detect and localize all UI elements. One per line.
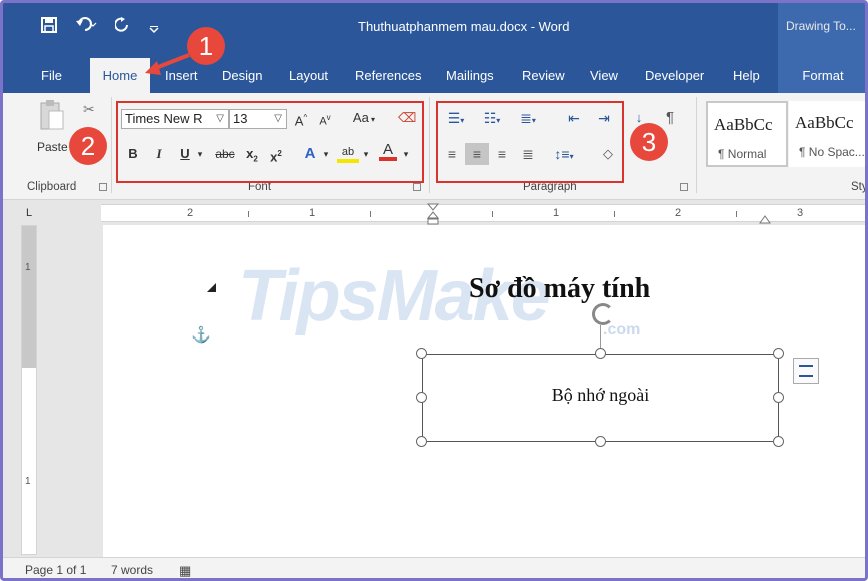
tab-mailings[interactable]: Mailings xyxy=(440,58,500,93)
resize-handle[interactable] xyxy=(773,392,784,403)
tab-review[interactable]: Review xyxy=(516,58,571,93)
tab-help[interactable]: Help xyxy=(727,58,766,93)
tab-layout[interactable]: Layout xyxy=(283,58,334,93)
font-highlight-box xyxy=(116,101,424,183)
word-window: Thuthuatphanmem mau.docx - Word Drawing … xyxy=(0,0,868,581)
style-sample: AaBbCc xyxy=(714,115,773,134)
style-no-spacing[interactable]: AaBbCc ¶ No Spac... xyxy=(789,101,865,167)
resize-handle[interactable] xyxy=(773,348,784,359)
callout-1-arrow xyxy=(143,53,193,77)
style-normal[interactable]: AaBbCc ¶ Normal xyxy=(706,101,788,167)
tab-home[interactable]: Home xyxy=(90,58,150,93)
document-heading[interactable]: Sơ đồ máy tính xyxy=(469,273,650,305)
text-box-content[interactable]: Bộ nhớ ngoài xyxy=(423,385,778,406)
collapse-heading-icon[interactable] xyxy=(207,283,216,292)
text-box[interactable]: Bộ nhớ ngoài xyxy=(422,354,779,442)
ruler-number: 1 xyxy=(553,207,560,219)
ribbon: Paste ✂ Clipboard Times New R ▽ 13 ▽ A^ … xyxy=(3,93,865,200)
clipboard-launcher-icon[interactable] xyxy=(99,183,107,191)
divider xyxy=(696,97,697,193)
tab-references[interactable]: References xyxy=(349,58,427,93)
paste-button[interactable]: Paste xyxy=(37,140,68,154)
vertical-ruler[interactable]: 1 1 xyxy=(21,225,37,555)
cut-icon[interactable]: ✂ xyxy=(83,101,95,118)
watermark-suffix: .com xyxy=(603,321,641,338)
ruler-number: 3 xyxy=(797,207,804,219)
ruler-tick xyxy=(492,211,493,217)
resize-handle[interactable] xyxy=(773,436,784,447)
page-count[interactable]: Page 1 of 1 xyxy=(25,563,86,577)
drawing-tools-label: Drawing To... xyxy=(786,19,856,33)
status-bar: Page 1 of 1 7 words ▦ xyxy=(3,557,865,578)
horizontal-ruler[interactable]: 2 1 1 2 3 xyxy=(101,203,865,225)
show-formatting-button[interactable]: ¶ xyxy=(663,107,677,129)
resize-handle[interactable] xyxy=(595,436,606,447)
word-count[interactable]: 7 words xyxy=(111,563,153,577)
chevron-down-icon[interactable] xyxy=(149,21,159,39)
styles-group-label: Sty xyxy=(851,181,868,193)
ruler-number: 2 xyxy=(187,207,194,219)
title-bar: Thuthuatphanmem mau.docx - Word xyxy=(3,3,865,58)
ruler-number: 1 xyxy=(25,262,31,273)
rotate-handle-icon[interactable] xyxy=(592,303,614,325)
resize-handle[interactable] xyxy=(595,348,606,359)
divider xyxy=(429,97,430,193)
resize-handle[interactable] xyxy=(416,392,427,403)
tab-format[interactable]: Format xyxy=(778,58,865,93)
resize-handle[interactable] xyxy=(416,436,427,447)
resize-handle[interactable] xyxy=(416,348,427,359)
ruler-number: 2 xyxy=(675,207,682,219)
style-name: ¶ Normal xyxy=(718,147,767,161)
undo-icon[interactable] xyxy=(75,17,97,38)
save-icon[interactable] xyxy=(41,17,57,38)
paragraph-launcher-icon[interactable] xyxy=(680,183,688,191)
layout-options-button[interactable] xyxy=(793,358,819,384)
callout-2: 2 xyxy=(69,127,107,165)
ruler-tick xyxy=(736,211,737,217)
font-launcher-icon[interactable] xyxy=(413,183,421,191)
divider xyxy=(111,97,112,193)
paste-icon[interactable] xyxy=(39,99,65,133)
paragraph-highlight-box xyxy=(436,101,624,183)
tab-selector[interactable]: L xyxy=(21,205,37,221)
style-name: ¶ No Spac... xyxy=(799,145,865,159)
ribbon-tabs: File Home Insert Design Layout Reference… xyxy=(3,58,865,93)
redo-icon[interactable] xyxy=(114,17,131,38)
anchor-icon[interactable]: ⚓ xyxy=(191,325,211,345)
tab-developer[interactable]: Developer xyxy=(639,58,710,93)
ruler-number: 1 xyxy=(309,207,316,219)
style-sample: AaBbCc xyxy=(795,113,854,132)
ruler-tick xyxy=(370,211,371,217)
tab-file[interactable]: File xyxy=(35,58,68,93)
proofing-icon[interactable]: ▦ xyxy=(179,563,191,578)
document-page[interactable]: TipsMake .com Sơ đồ máy tính ⚓ Bộ nhớ ng… xyxy=(103,225,865,557)
tab-view[interactable]: View xyxy=(584,58,624,93)
layout-options-icon xyxy=(799,365,813,377)
ruler-tick xyxy=(614,211,615,217)
ruler-number: 1 xyxy=(25,476,31,487)
clipboard-group-label: Clipboard xyxy=(27,181,77,193)
ruler-margin xyxy=(22,226,36,368)
ruler-tick xyxy=(248,211,249,217)
document-title: Thuthuatphanmem mau.docx - Word xyxy=(358,19,570,34)
tab-design[interactable]: Design xyxy=(216,58,268,93)
callout-3: 3 xyxy=(630,123,668,161)
